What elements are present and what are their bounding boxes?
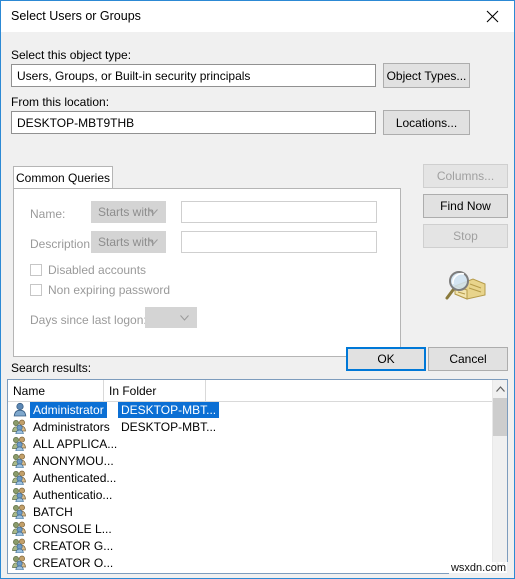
group-icon	[12, 453, 26, 469]
table-row[interactable]: Administrator DESKTOP-MBT...	[8, 401, 492, 418]
tab-common-queries[interactable]: Common Queries	[13, 166, 113, 189]
column-header-name[interactable]: Name	[8, 380, 104, 401]
group-icon	[12, 538, 26, 554]
columns-button[interactable]: Columns...	[423, 164, 508, 188]
description-input[interactable]	[181, 231, 377, 253]
location-field[interactable]: DESKTOP-MBT9THB	[11, 111, 376, 134]
row-in-folder: DESKTOP-MBT...	[118, 401, 220, 418]
select-users-or-groups-dialog: Select Users or Groups Select this objec…	[0, 0, 515, 579]
name-label: Name:	[30, 207, 66, 221]
group-icon	[12, 555, 26, 571]
user-icon	[13, 402, 27, 417]
table-row[interactable]: Authenticated...	[8, 469, 492, 486]
group-icon	[12, 504, 26, 520]
object-types-button[interactable]: Object Types...	[383, 63, 470, 88]
non-expiring-password-checkbox[interactable]: Non expiring password	[30, 283, 170, 297]
column-header-in-folder[interactable]: In Folder	[104, 380, 206, 401]
search-results-label: Search results:	[11, 361, 92, 375]
non-expiring-password-label: Non expiring password	[48, 283, 171, 297]
group-icon	[12, 470, 26, 486]
group-icon	[12, 521, 26, 537]
row-name: CONSOLE L...	[33, 521, 112, 536]
scrollbar-up-button[interactable]	[493, 380, 507, 397]
group-icon	[12, 436, 26, 452]
row-name: CREATOR G...	[33, 538, 114, 553]
row-name: ANONYMOU...	[33, 453, 114, 468]
object-type-field[interactable]: Users, Groups, or Built-in security prin…	[11, 64, 376, 87]
close-icon	[486, 10, 498, 22]
checkbox-box	[30, 264, 42, 276]
title-bar: Select Users or Groups	[1, 1, 514, 32]
object-type-label: Select this object type:	[11, 48, 132, 62]
close-button[interactable]	[470, 1, 514, 31]
table-row[interactable]: BATCH	[8, 503, 492, 520]
results-rows: Administrator DESKTOP-MBT... Administrator…	[8, 401, 492, 573]
chevron-down-icon	[149, 209, 158, 215]
search-results-list: Name In Folder Administrator DESKTOP-MBT.…	[7, 379, 508, 574]
window-title: Select Users or Groups	[11, 9, 141, 23]
table-row[interactable]: Administrators DESKTOP-MBT...	[8, 418, 492, 435]
table-row[interactable]: CREATOR O...	[8, 554, 492, 571]
row-name: BATCH	[33, 504, 73, 519]
row-name: Administrators	[33, 419, 110, 434]
days-since-last-logon-select[interactable]	[145, 307, 197, 328]
chevron-down-icon	[149, 239, 158, 245]
name-input[interactable]	[181, 201, 377, 223]
chevron-down-icon	[180, 314, 189, 321]
name-condition-select[interactable]: Starts with	[91, 201, 166, 223]
chevron-up-icon	[495, 385, 505, 392]
cancel-button[interactable]: Cancel	[428, 347, 508, 371]
tab-strip: Common Queries	[13, 166, 401, 189]
row-name: Authenticated...	[33, 470, 117, 485]
magnifier-folder-icon	[445, 271, 486, 300]
table-row[interactable]: CREATOR G...	[8, 537, 492, 554]
row-in-folder: DESKTOP-MBT...	[121, 419, 217, 434]
name-condition-value: Starts with	[98, 205, 155, 219]
checkbox-box	[30, 284, 42, 296]
table-row[interactable]: ALL APPLICA...	[8, 435, 492, 452]
find-now-button[interactable]: Find Now	[423, 194, 508, 218]
results-scrollbar[interactable]	[492, 380, 507, 573]
row-name: Administrator	[30, 401, 107, 418]
ok-button[interactable]: OK	[346, 347, 426, 371]
dialog-body: Select this object type: Users, Groups, …	[1, 32, 514, 578]
group-icon	[12, 487, 26, 503]
watermark: wsxdn.com	[448, 562, 508, 574]
row-name: CREATOR O...	[33, 555, 114, 570]
location-label: From this location:	[11, 95, 110, 109]
common-queries-panel: Name: Starts with Description: Starts wi…	[13, 188, 401, 357]
disabled-accounts-label: Disabled accounts	[48, 263, 147, 277]
description-label: Description:	[30, 237, 94, 251]
scrollbar-thumb[interactable]	[493, 398, 507, 436]
locations-button[interactable]: Locations...	[383, 110, 470, 135]
row-name: Authenticatio...	[33, 487, 113, 502]
table-row[interactable]: Authenticatio...	[8, 486, 492, 503]
disabled-accounts-checkbox[interactable]: Disabled accounts	[30, 263, 146, 277]
table-row[interactable]: ANONYMOU...	[8, 452, 492, 469]
description-condition-value: Starts with	[98, 235, 155, 249]
table-row[interactable]: CONSOLE L...	[8, 520, 492, 537]
row-name: ALL APPLICA...	[33, 436, 118, 451]
days-since-last-logon-label: Days since last logon:	[30, 313, 147, 327]
group-icon	[12, 419, 26, 435]
description-condition-select[interactable]: Starts with	[91, 231, 166, 253]
results-column-headers: Name In Folder	[8, 380, 507, 402]
stop-button[interactable]: Stop	[423, 224, 508, 248]
